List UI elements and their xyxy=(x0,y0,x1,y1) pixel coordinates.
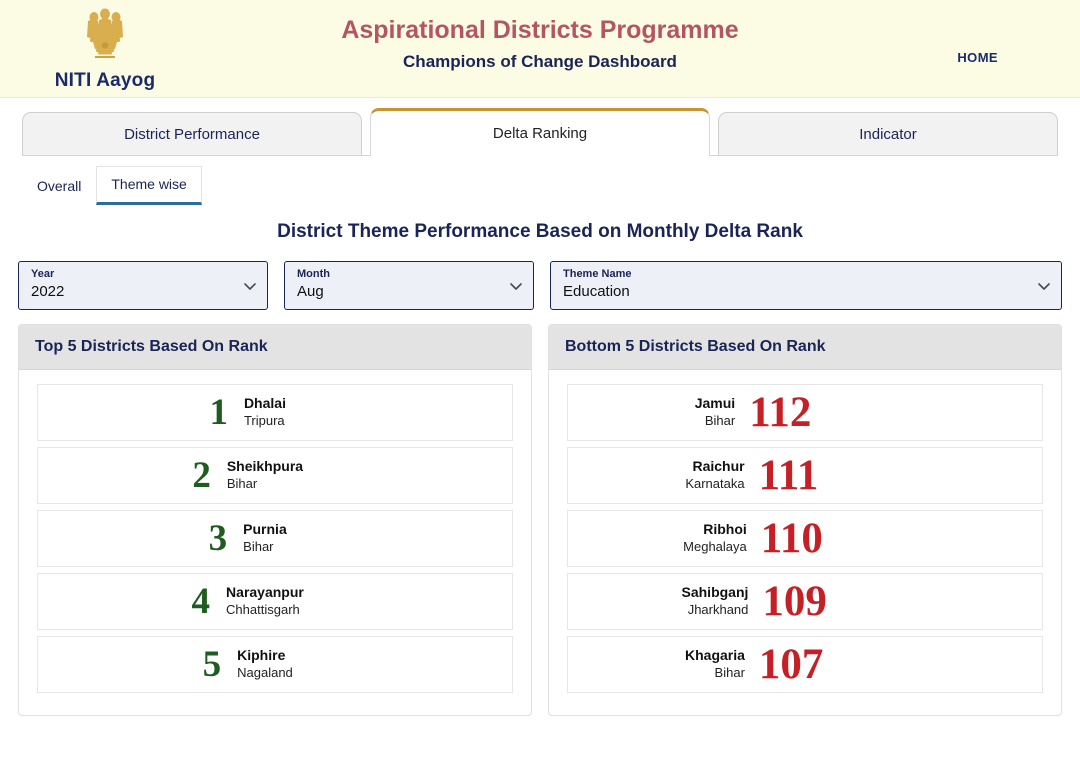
rank-number: 112 xyxy=(749,389,812,436)
month-select-label: Month xyxy=(297,268,330,281)
district-name: Narayanpur xyxy=(226,584,304,601)
state-name: Bihar xyxy=(704,412,736,428)
district-name: Kiphire xyxy=(237,647,286,664)
table-row[interactable]: 1 Dhalai Tripura xyxy=(37,384,513,441)
table-row[interactable]: 3 Purnia Bihar xyxy=(37,510,513,567)
rank-number: 2 xyxy=(192,455,211,496)
tab-indicator[interactable]: Indicator xyxy=(718,112,1058,156)
month-select-value: Aug xyxy=(297,283,324,301)
state-name: Meghalaya xyxy=(683,538,747,554)
rank-number: 107 xyxy=(758,641,824,688)
state-name: Nagaland xyxy=(237,664,293,680)
rank-number: 4 xyxy=(191,581,211,622)
chevron-down-icon xyxy=(1038,282,1050,290)
rank-number: 1 xyxy=(209,392,228,433)
state-name: Bihar xyxy=(714,664,745,680)
state-name: Bihar xyxy=(226,475,258,491)
table-row[interactable]: Ribhoi Meghalaya 110 xyxy=(567,510,1043,567)
state-name: Karnataka xyxy=(685,475,745,491)
brand-name: NITI Aayog xyxy=(54,70,156,91)
table-row[interactable]: 4 Narayanpur Chhattisgarh xyxy=(37,573,513,630)
tab-label: Indicator xyxy=(859,126,917,143)
bottom-panel-body: Jamui Bihar 112 Raichur Karnataka 111 Ri… xyxy=(549,370,1061,715)
district-name: Purnia xyxy=(243,521,287,538)
state-name: Chhattisgarh xyxy=(226,601,300,617)
theme-select-value: Education xyxy=(563,283,630,301)
state-name: Jharkhand xyxy=(687,601,749,617)
tab-label: Delta Ranking xyxy=(492,125,588,142)
district-name: Sahibganj xyxy=(681,584,749,601)
theme-select[interactable]: Theme Name Education xyxy=(550,261,1062,310)
tab-district-performance[interactable]: District Performance xyxy=(22,112,362,156)
rank-panels: Top 5 Districts Based On Rank 1 Dhalai T… xyxy=(0,324,1080,716)
bottom-districts-panel: Bottom 5 Districts Based On Rank Jamui B… xyxy=(548,324,1062,716)
chevron-down-icon xyxy=(510,282,522,290)
chevron-down-icon xyxy=(244,282,256,290)
table-row[interactable]: 5 Kiphire Nagaland xyxy=(37,636,513,693)
filter-bar: Year 2022 Month Aug Theme Name Education xyxy=(0,261,1080,310)
district-name: Jamui xyxy=(694,395,736,412)
table-row[interactable]: Raichur Karnataka 111 xyxy=(567,447,1043,504)
table-row[interactable]: Sahibganj Jharkhand 109 xyxy=(567,573,1043,630)
state-name: Bihar xyxy=(243,538,274,554)
subtab-overall[interactable]: Overall xyxy=(22,168,96,205)
top-panel-title: Top 5 Districts Based On Rank xyxy=(19,325,531,370)
district-name: Dhalai xyxy=(243,395,286,412)
ashoka-emblem-icon xyxy=(87,8,123,58)
subtab-theme-wise[interactable]: Theme wise xyxy=(96,166,202,205)
tab-label: District Performance xyxy=(124,126,260,143)
tab-delta-ranking[interactable]: Delta Ranking xyxy=(370,108,710,156)
rank-number: 109 xyxy=(762,578,827,625)
rank-number: 111 xyxy=(758,452,819,499)
home-link[interactable]: HOME xyxy=(957,50,998,65)
bottom-panel-title: Bottom 5 Districts Based On Rank xyxy=(549,325,1061,370)
rank-number: 3 xyxy=(208,518,228,559)
theme-select-label: Theme Name xyxy=(563,268,632,281)
month-select[interactable]: Month Aug xyxy=(284,261,534,310)
table-row[interactable]: 2 Sheikhpura Bihar xyxy=(37,447,513,504)
site-header: NITI Aayog Aspirational Districts Progra… xyxy=(0,0,1080,98)
district-name: Raichur xyxy=(692,458,745,475)
year-select[interactable]: Year 2022 xyxy=(18,261,268,310)
main-tabs: District Performance Delta Ranking Indic… xyxy=(0,108,1080,156)
rank-number: 110 xyxy=(760,515,823,562)
rank-number: 5 xyxy=(202,644,222,685)
year-select-label: Year xyxy=(31,268,55,281)
brand: NITI Aayog xyxy=(0,5,210,92)
district-name: Khagaria xyxy=(684,647,745,664)
top-panel-body: 1 Dhalai Tripura 2 Sheikhpura Bihar 3 Pu… xyxy=(19,370,531,715)
section-title: District Theme Performance Based on Mont… xyxy=(277,221,803,242)
year-select-value: 2022 xyxy=(31,283,65,301)
table-row[interactable]: Jamui Bihar 112 xyxy=(567,384,1043,441)
state-name: Tripura xyxy=(243,412,285,428)
table-row[interactable]: Khagaria Bihar 107 xyxy=(567,636,1043,693)
district-name: Sheikhpura xyxy=(226,458,304,475)
district-name: Ribhoi xyxy=(703,521,747,538)
sub-tabs: Overall Theme wise xyxy=(0,159,1080,205)
top-districts-panel: Top 5 Districts Based On Rank 1 Dhalai T… xyxy=(18,324,532,716)
